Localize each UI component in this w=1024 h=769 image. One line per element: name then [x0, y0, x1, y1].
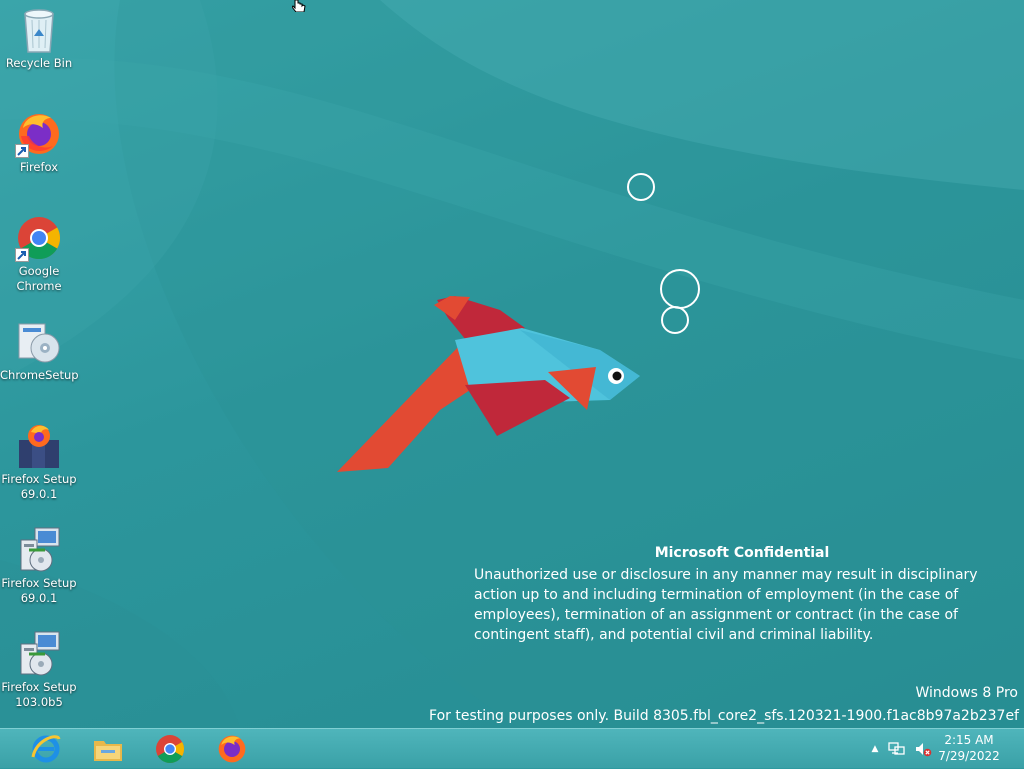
taskbar-internet-explorer-button[interactable] — [16, 730, 76, 768]
desktop-icon-label: Firefox Setup 69.0.1 — [1, 576, 77, 605]
desktop-icon-chromesetup[interactable]: ChromeSetup — [0, 318, 79, 383]
taskbar[interactable]: ▲ 2:15 AM 7/29/2022 — [0, 728, 1024, 768]
taskbar-chrome-button[interactable] — [140, 730, 200, 768]
desktop-icon-label: Firefox — [19, 160, 59, 174]
desktop-icon-label: Firefox Setup 103.0b5 — [1, 680, 77, 709]
chrome-icon — [156, 735, 185, 764]
desktop-icon-label: Google Chrome — [16, 264, 62, 293]
desktop-icon-firefox-setup-103[interactable]: Firefox Setup 103.0b5 — [0, 630, 78, 710]
network-icon[interactable] — [888, 741, 906, 757]
desktop-icon-label: Recycle Bin — [5, 56, 73, 70]
build-string: For testing purposes only. Build 8305.fb… — [429, 708, 1019, 724]
msi-installer-icon — [15, 526, 63, 574]
shortcut-arrow-icon — [15, 144, 29, 158]
internet-explorer-icon — [31, 735, 61, 763]
confidential-notice: Unauthorized use or disclosure in any ma… — [474, 567, 978, 643]
system-tray: ▲ — [868, 729, 932, 769]
desktop-icon-label: ChromeSetup — [0, 368, 79, 382]
recycle-bin-icon — [15, 6, 63, 54]
firefox-installer-icon — [15, 422, 63, 470]
volume-muted-icon[interactable] — [914, 741, 932, 757]
clock[interactable]: 2:15 AM 7/29/2022 — [934, 732, 1004, 764]
desktop-icon-firefox-setup-69[interactable]: Firefox Setup 69.0.1 — [0, 422, 78, 502]
desktop-icon-firefox[interactable]: Firefox — [0, 110, 78, 175]
desktop-icon-firefox-setup-69-msi[interactable]: Firefox Setup 69.0.1 — [0, 526, 78, 606]
windows-edition: Windows 8 Pro — [915, 685, 1018, 701]
desktop[interactable]: Recycle Bin Firefox Google Chrome Chrome… — [0, 0, 1024, 728]
desktop-icon-google-chrome[interactable]: Google Chrome — [0, 214, 78, 294]
taskbar-firefox-button[interactable] — [202, 730, 262, 768]
firefox-icon — [218, 735, 246, 763]
show-hidden-icons-icon[interactable]: ▲ — [868, 744, 882, 754]
clock-date: 7/29/2022 — [938, 749, 1000, 763]
desktop-icon-recycle-bin[interactable]: Recycle Bin — [0, 6, 78, 71]
shortcut-arrow-icon — [15, 248, 29, 262]
confidential-title: Microsoft Confidential — [654, 545, 830, 561]
desktop-icon-label: Firefox Setup 69.0.1 — [1, 472, 77, 501]
file-explorer-icon — [94, 741, 122, 761]
hand-cursor-icon — [292, 0, 306, 12]
taskbar-file-explorer-button[interactable] — [78, 730, 138, 768]
clock-time: 2:15 AM — [944, 733, 994, 747]
chrome-icon — [15, 214, 63, 262]
msi-installer-icon — [15, 630, 63, 678]
firefox-icon — [15, 110, 63, 158]
chrome-setup-icon — [15, 318, 63, 366]
